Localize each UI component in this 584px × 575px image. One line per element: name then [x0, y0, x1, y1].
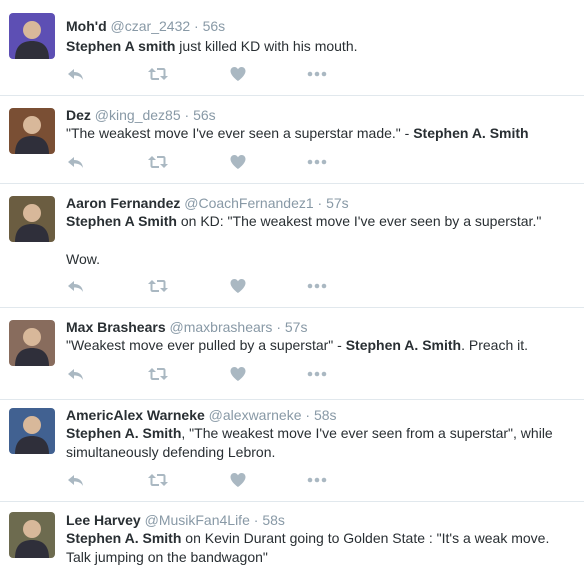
avatar[interactable]: [9, 408, 55, 454]
avatar-image: [9, 108, 55, 154]
avatar[interactable]: [9, 108, 55, 154]
user-handle[interactable]: @MusikFan4Life: [145, 512, 250, 528]
reply-icon[interactable]: [66, 153, 86, 171]
avatar-image: [9, 320, 55, 366]
tweet[interactable]: Dez @king_dez85 · 56s "The weakest move …: [0, 96, 584, 184]
like-icon[interactable]: [229, 153, 247, 171]
tweet-header: Aaron Fernandez @CoachFernandez1 · 57s: [66, 194, 349, 212]
avatar[interactable]: [9, 512, 55, 558]
timestamp[interactable]: 56s: [203, 18, 226, 34]
tweet-text: "The weakest move I've ever seen a super…: [66, 124, 571, 143]
tweet-text: Stephen A smith just killed KD with his …: [66, 37, 571, 56]
text-segment: just killed KD with his mouth.: [175, 38, 358, 54]
bold-mention: Stephen A Smith: [66, 213, 177, 229]
avatar-image: [9, 512, 55, 558]
user-name[interactable]: Lee Harvey: [66, 512, 141, 528]
timestamp[interactable]: 56s: [193, 107, 216, 123]
tweet-header: Moh'd @czar_2432 · 56s: [66, 17, 225, 35]
text-segment: "Weakest move ever pulled by a superstar…: [66, 337, 346, 353]
retweet-icon[interactable]: [147, 65, 169, 83]
separator: ·: [253, 512, 259, 528]
bold-mention: Stephen A. Smith: [413, 125, 529, 141]
user-name[interactable]: Dez: [66, 107, 91, 123]
tweet-header: Max Brashears @maxbrashears · 57s: [66, 318, 307, 336]
more-icon[interactable]: [306, 65, 328, 83]
tweet[interactable]: Moh'd @czar_2432 · 56s Stephen A smith j…: [0, 0, 584, 96]
reply-icon[interactable]: [66, 365, 86, 383]
reply-icon[interactable]: [66, 277, 86, 295]
tweet-actions: [66, 277, 336, 295]
like-icon[interactable]: [229, 471, 247, 489]
bold-mention: Stephen A. Smith: [345, 337, 462, 353]
tweet-actions: [66, 365, 336, 383]
like-icon[interactable]: [229, 277, 247, 295]
user-handle[interactable]: @czar_2432: [111, 18, 191, 34]
tweet-header: Lee Harvey @MusikFan4Life · 58s: [66, 511, 285, 529]
tweet-text: Stephen A. Smith, "The weakest move I've…: [66, 424, 571, 462]
avatar[interactable]: [9, 196, 55, 242]
separator: ·: [317, 195, 323, 211]
timestamp[interactable]: 58s: [262, 512, 285, 528]
user-handle[interactable]: @maxbrashears: [170, 319, 273, 335]
avatar[interactable]: [9, 320, 55, 366]
tweet[interactable]: AmericAlex Warneke @alexwarneke · 58s St…: [0, 400, 584, 502]
separator: ·: [194, 18, 199, 34]
like-icon[interactable]: [229, 65, 247, 83]
timestamp[interactable]: 57s: [326, 195, 349, 211]
avatar[interactable]: [9, 13, 55, 59]
more-icon[interactable]: [306, 153, 328, 171]
avatar-image: [9, 196, 55, 242]
retweet-icon[interactable]: [147, 471, 169, 489]
separator: ·: [184, 107, 190, 123]
more-icon[interactable]: [306, 277, 328, 295]
tweet-text: Stephen A. Smith on Kevin Durant going t…: [66, 529, 571, 567]
tweet[interactable]: Max Brashears @maxbrashears · 57s "Weake…: [0, 308, 584, 400]
tweet-header: AmericAlex Warneke @alexwarneke · 58s: [66, 406, 337, 424]
bold-mention: Stephen A. Smith: [66, 530, 182, 546]
more-icon[interactable]: [306, 471, 328, 489]
retweet-icon[interactable]: [147, 277, 169, 295]
tweet-actions: [66, 65, 336, 83]
retweet-icon[interactable]: [147, 153, 169, 171]
tweet-actions: [66, 153, 336, 171]
more-icon[interactable]: [306, 365, 328, 383]
timestamp[interactable]: 58s: [314, 407, 337, 423]
timestamp[interactable]: 57s: [285, 319, 308, 335]
tweet-actions: [66, 471, 336, 489]
like-icon[interactable]: [229, 365, 247, 383]
text-segment: . Preach it.: [461, 337, 529, 353]
user-name[interactable]: Moh'd: [66, 18, 107, 34]
retweet-icon[interactable]: [147, 365, 169, 383]
bold-mention: Stephen A. Smith: [66, 425, 182, 441]
tweet[interactable]: Lee Harvey @MusikFan4Life · 58s Stephen …: [0, 502, 584, 575]
avatar-image: [9, 13, 55, 59]
separator: ·: [276, 319, 281, 335]
user-name[interactable]: Max Brashears: [66, 319, 166, 335]
reply-icon[interactable]: [66, 65, 86, 83]
separator: ·: [305, 407, 311, 423]
tweet-text: "Weakest move ever pulled by a superstar…: [66, 336, 571, 355]
user-name[interactable]: AmericAlex Warneke: [66, 407, 205, 423]
text-segment: "The weakest move I've ever seen a super…: [66, 125, 414, 141]
tweet[interactable]: Aaron Fernandez @CoachFernandez1 · 57s S…: [0, 184, 584, 308]
avatar-image: [9, 408, 55, 454]
user-name[interactable]: Aaron Fernandez: [66, 195, 180, 211]
tweet-header: Dez @king_dez85 · 56s: [66, 106, 216, 124]
user-handle[interactable]: @CoachFernandez1: [184, 195, 313, 211]
bold-mention: Stephen A smith: [66, 38, 176, 54]
user-handle[interactable]: @alexwarneke: [209, 407, 302, 423]
tweet-text: Stephen A Smith on KD: "The weakest move…: [66, 212, 571, 269]
reply-icon[interactable]: [66, 471, 86, 489]
user-handle[interactable]: @king_dez85: [95, 107, 181, 123]
